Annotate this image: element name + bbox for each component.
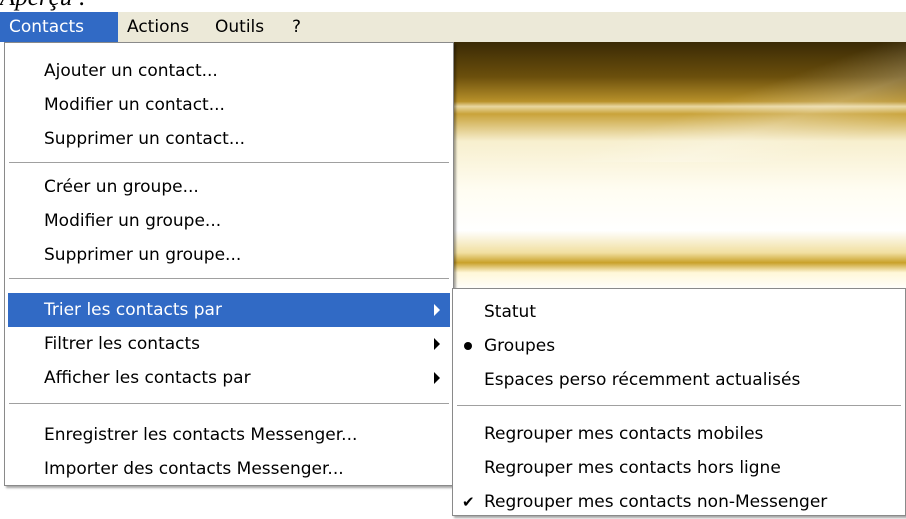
- submenu-item-espaces-perso[interactable]: Espaces perso récemment actualisés: [456, 363, 902, 397]
- submenu-item-contacts-hors-ligne[interactable]: Regrouper mes contacts hors ligne: [456, 451, 902, 485]
- sort-submenu: Statut Groupes Espaces perso récemment a…: [452, 288, 906, 516]
- menu-item-modifier-groupe[interactable]: Modifier un groupe...: [8, 204, 450, 238]
- menu-help[interactable]: ?: [283, 12, 317, 42]
- submenu-item-label: Statut: [484, 302, 536, 322]
- menu-item-importer-contacts[interactable]: Importer des contacts Messenger...: [8, 452, 450, 486]
- submenu-item-label: Regrouper mes contacts mobiles: [484, 424, 764, 444]
- menu-bar: Contacts Actions Outils ?: [0, 12, 906, 42]
- menu-item-ajouter-contact[interactable]: Ajouter un contact...: [8, 54, 450, 88]
- menu-item-afficher-contacts[interactable]: Afficher les contacts par: [8, 361, 450, 395]
- submenu-item-label: Groupes: [484, 336, 556, 356]
- menu-item-trier-contacts[interactable]: Trier les contacts par: [8, 293, 450, 327]
- menu-item-supprimer-groupe[interactable]: Supprimer un groupe...: [8, 238, 450, 272]
- menu-item-label: Supprimer un groupe...: [44, 245, 242, 265]
- menu-item-label: Filtrer les contacts: [44, 334, 201, 354]
- menu-outils[interactable]: Outils: [206, 12, 283, 42]
- menu-item-supprimer-contact[interactable]: Supprimer un contact...: [8, 122, 450, 156]
- submenu-item-contacts-mobiles[interactable]: Regrouper mes contacts mobiles: [456, 417, 902, 451]
- submenu-separator: [457, 405, 901, 407]
- submenu-arrow-icon: [434, 338, 440, 350]
- menu-item-filtrer-contacts[interactable]: Filtrer les contacts: [8, 327, 450, 361]
- menu-item-label: Trier les contacts par: [44, 300, 222, 320]
- menu-separator: [9, 403, 449, 405]
- contacts-menu: Ajouter un contact... Modifier un contac…: [4, 42, 454, 486]
- submenu-item-label: Regrouper mes contacts hors ligne: [484, 458, 781, 478]
- menu-contacts[interactable]: Contacts: [0, 12, 118, 42]
- submenu-item-label: Regrouper mes contacts non-Messenger: [484, 492, 828, 512]
- menu-separator: [9, 278, 449, 280]
- menu-item-label: Créer un groupe...: [44, 177, 199, 197]
- menu-item-label: Enregistrer les contacts Messenger...: [44, 425, 358, 445]
- menu-separator: [9, 162, 449, 164]
- menu-item-label: Modifier un groupe...: [44, 211, 222, 231]
- menu-item-label: Supprimer un contact...: [44, 129, 246, 149]
- menu-item-label: Ajouter un contact...: [44, 61, 218, 81]
- submenu-arrow-icon: [434, 372, 440, 384]
- menu-item-label: Modifier un contact...: [44, 95, 225, 115]
- checkmark-icon: ✔: [462, 493, 475, 511]
- submenu-item-statut[interactable]: Statut: [456, 295, 902, 329]
- menu-item-label: Importer des contacts Messenger...: [44, 459, 344, 479]
- menu-item-label: Afficher les contacts par: [44, 368, 251, 388]
- menu-item-modifier-contact[interactable]: Modifier un contact...: [8, 88, 450, 122]
- menu-actions[interactable]: Actions: [118, 12, 206, 42]
- submenu-item-contacts-non-messenger[interactable]: ✔ Regrouper mes contacts non-Messenger: [456, 485, 902, 519]
- background-sheen: [570, 42, 906, 162]
- menu-item-creer-groupe[interactable]: Créer un groupe...: [8, 170, 450, 204]
- menu-item-enregistrer-contacts[interactable]: Enregistrer les contacts Messenger...: [8, 418, 450, 452]
- submenu-item-groupes[interactable]: Groupes: [456, 329, 902, 363]
- radio-bullet-icon: [464, 342, 472, 350]
- page-caption: Aperçu :: [0, 0, 87, 12]
- submenu-arrow-icon: [434, 304, 440, 316]
- submenu-item-label: Espaces perso récemment actualisés: [484, 370, 801, 390]
- messenger-window-background: [450, 42, 906, 290]
